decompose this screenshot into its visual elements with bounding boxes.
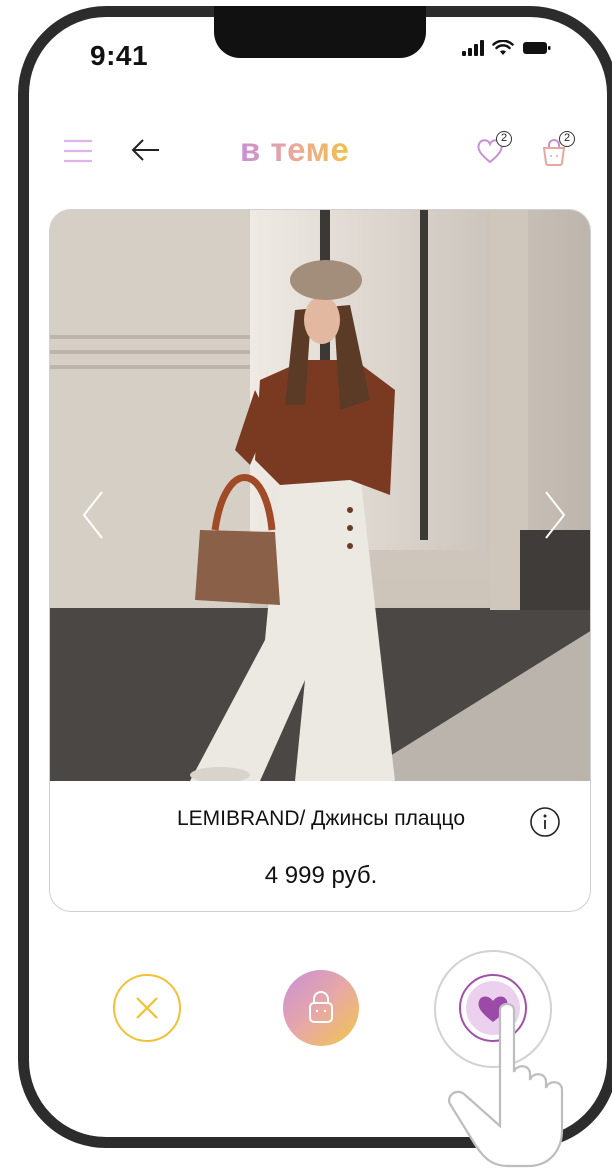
hamburger-menu-icon[interactable] (63, 138, 93, 164)
product-price: 4 999 руб. (264, 862, 378, 889)
status-time: 9:41 (90, 40, 149, 71)
arrow-left-icon[interactable] (131, 138, 161, 162)
wishlist-count-badge: 2 (496, 131, 512, 147)
shopping-bag-icon (309, 991, 333, 1023)
product-title: LEMIBRAND/ Джинсы плаццо (176, 807, 466, 830)
chevron-right-icon[interactable] (544, 490, 566, 540)
wifi-icon (492, 40, 514, 55)
battery-icon (523, 42, 551, 54)
dislike-button[interactable] (113, 974, 181, 1042)
pointer-hand-icon (448, 1002, 564, 1168)
phone-notch (214, 6, 426, 58)
product-card[interactable]: LEMIBRAND/ Джинсы плаццо 4 999 руб. (49, 209, 591, 912)
info-icon[interactable] (529, 806, 561, 838)
brand-logo[interactable]: в теме (240, 131, 349, 169)
chevron-left-icon[interactable] (82, 490, 104, 540)
signal-icon (462, 40, 484, 56)
add-to-cart-button[interactable] (283, 970, 359, 1046)
status-icons (462, 40, 552, 56)
cart-count-badge: 2 (559, 131, 575, 147)
close-x-icon (136, 997, 158, 1019)
product-photo[interactable] (50, 210, 591, 781)
